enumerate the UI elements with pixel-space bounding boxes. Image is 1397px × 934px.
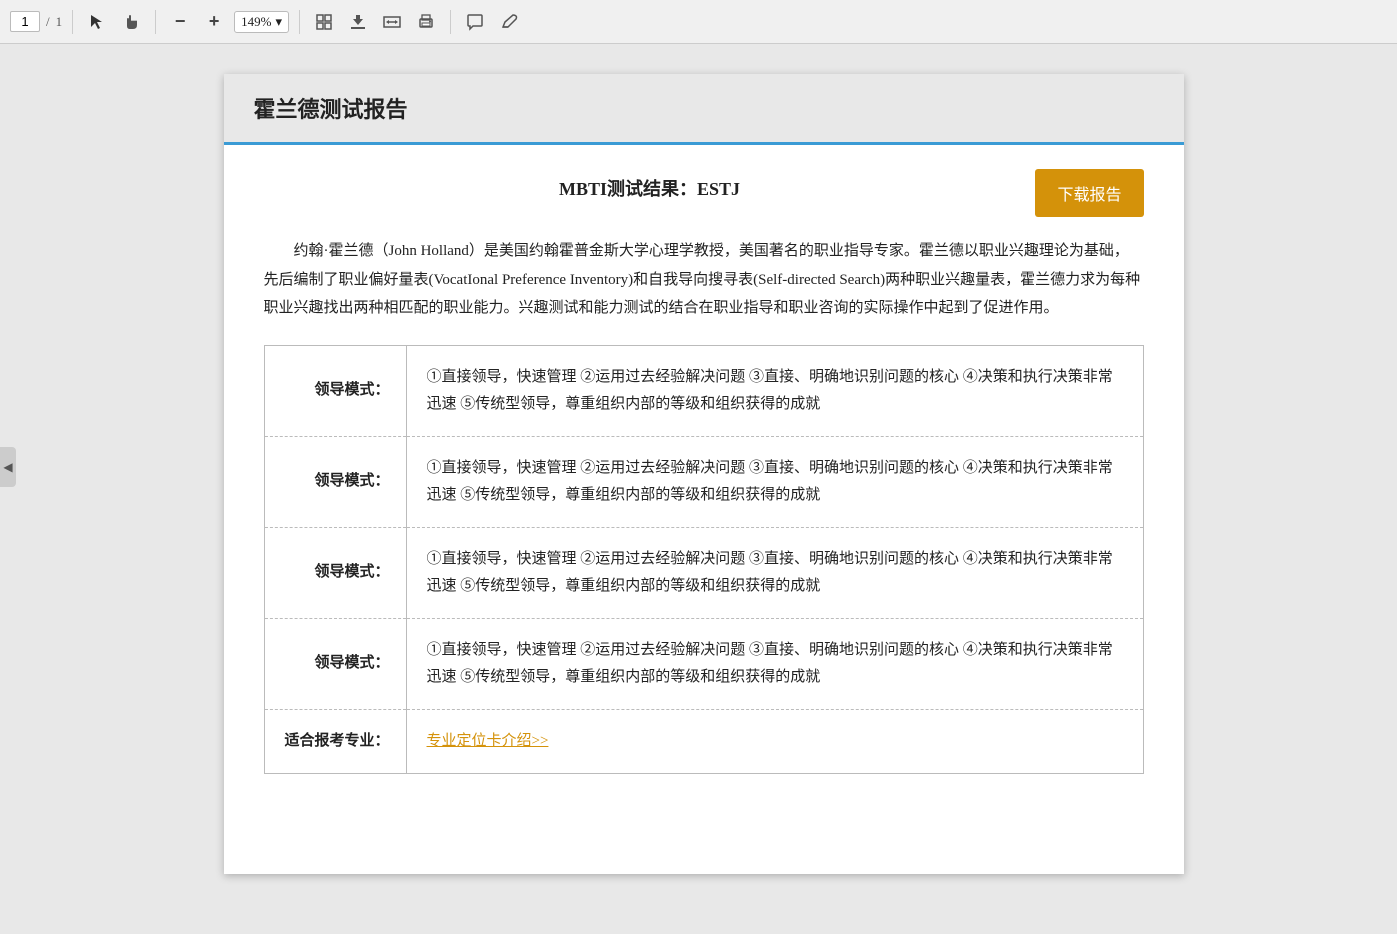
zoom-out-icon: − <box>175 11 186 32</box>
table-row: 领导模式： ①直接领导，快速管理 ②运用过去经验解决问题 ③直接、明确地识别问题… <box>264 345 1143 436</box>
hand-icon <box>123 14 139 30</box>
pen-icon <box>500 13 518 31</box>
print-icon <box>417 13 435 31</box>
table-label-3: 领导模式： <box>264 527 406 618</box>
report-table: 领导模式： ①直接领导，快速管理 ②运用过去经验解决问题 ③直接、明确地识别问题… <box>264 345 1144 774</box>
divider-2 <box>155 10 156 34</box>
print-button[interactable] <box>412 8 440 36</box>
table-label-major: 适合报考专业： <box>264 709 406 773</box>
table-label-2: 领导模式： <box>264 436 406 527</box>
report-header: 霍兰德测试报告 <box>224 74 1184 145</box>
cursor-tool-button[interactable] <box>83 8 111 36</box>
sidebar-arrow-icon: ◀ <box>3 460 12 475</box>
zoom-in-icon: + <box>209 11 220 32</box>
zoom-in-button[interactable]: + <box>200 8 228 36</box>
table-content-3: ①直接领导，快速管理 ②运用过去经验解决问题 ③直接、明确地识别问题的核心 ④决… <box>406 527 1143 618</box>
table-content-major: 专业定位卡介绍>> <box>406 709 1143 773</box>
mbti-result-value: ESTJ <box>697 179 740 199</box>
table-row-link: 适合报考专业： 专业定位卡介绍>> <box>264 709 1143 773</box>
major-intro-link[interactable]: 专业定位卡介绍>> <box>427 733 549 749</box>
toolbar: / 1 − + 149% ▾ <box>0 0 1397 44</box>
total-pages: 1 <box>56 14 63 30</box>
divider-4 <box>450 10 451 34</box>
comment-icon <box>466 13 484 31</box>
description-paragraph: 约翰·霍兰德（John Holland）是美国约翰霍普金斯大学心理学教授，美国著… <box>264 237 1144 323</box>
report-title: 霍兰德测试报告 <box>254 97 408 122</box>
table-label-4: 领导模式： <box>264 618 406 709</box>
pdf-page: 霍兰德测试报告 MBTI测试结果：ESTJ 下载报告 约翰·霍兰德（John H… <box>224 74 1184 874</box>
comment-button[interactable] <box>461 8 489 36</box>
table-label-1: 领导模式： <box>264 345 406 436</box>
table-content-2: ①直接领导，快速管理 ②运用过去经验解决问题 ③直接、明确地识别问题的核心 ④决… <box>406 436 1143 527</box>
mbti-result-row: MBTI测试结果：ESTJ 下载报告 <box>264 169 1144 217</box>
download-toolbar-button[interactable] <box>344 8 372 36</box>
pen-button[interactable] <box>495 8 523 36</box>
divider-1 <box>72 10 73 34</box>
zoom-level-value: 149% <box>241 14 271 30</box>
table-row: 领导模式： ①直接领导，快速管理 ②运用过去经验解决问题 ③直接、明确地识别问题… <box>264 618 1143 709</box>
zoom-dropdown-arrow: ▾ <box>275 14 282 30</box>
download-icon <box>349 13 367 31</box>
page-number-input[interactable] <box>10 11 40 32</box>
fit-page-icon <box>315 13 333 31</box>
zoom-level-selector[interactable]: 149% ▾ <box>234 11 289 33</box>
divider-3 <box>299 10 300 34</box>
fit-width-button[interactable] <box>378 8 406 36</box>
fit-width-icon <box>383 13 401 31</box>
sidebar-toggle[interactable]: ◀ <box>0 447 16 487</box>
report-content: MBTI测试结果：ESTJ 下载报告 约翰·霍兰德（John Holland）是… <box>224 145 1184 804</box>
hand-tool-button[interactable] <box>117 8 145 36</box>
zoom-out-button[interactable]: − <box>166 8 194 36</box>
mbti-result-label: MBTI测试结果： <box>559 179 697 199</box>
table-row: 领导模式： ①直接领导，快速管理 ②运用过去经验解决问题 ③直接、明确地识别问题… <box>264 527 1143 618</box>
page-separator: / <box>46 14 50 30</box>
table-row: 领导模式： ①直接领导，快速管理 ②运用过去经验解决问题 ③直接、明确地识别问题… <box>264 436 1143 527</box>
fit-page-button[interactable] <box>310 8 338 36</box>
page-wrapper: 霍兰德测试报告 MBTI测试结果：ESTJ 下载报告 约翰·霍兰德（John H… <box>0 44 1397 914</box>
mbti-result-text: MBTI测试结果：ESTJ <box>264 169 1036 201</box>
cursor-icon <box>89 14 105 30</box>
table-content-4: ①直接领导，快速管理 ②运用过去经验解决问题 ③直接、明确地识别问题的核心 ④决… <box>406 618 1143 709</box>
download-report-button[interactable]: 下载报告 <box>1035 169 1143 217</box>
table-content-1: ①直接领导，快速管理 ②运用过去经验解决问题 ③直接、明确地识别问题的核心 ④决… <box>406 345 1143 436</box>
